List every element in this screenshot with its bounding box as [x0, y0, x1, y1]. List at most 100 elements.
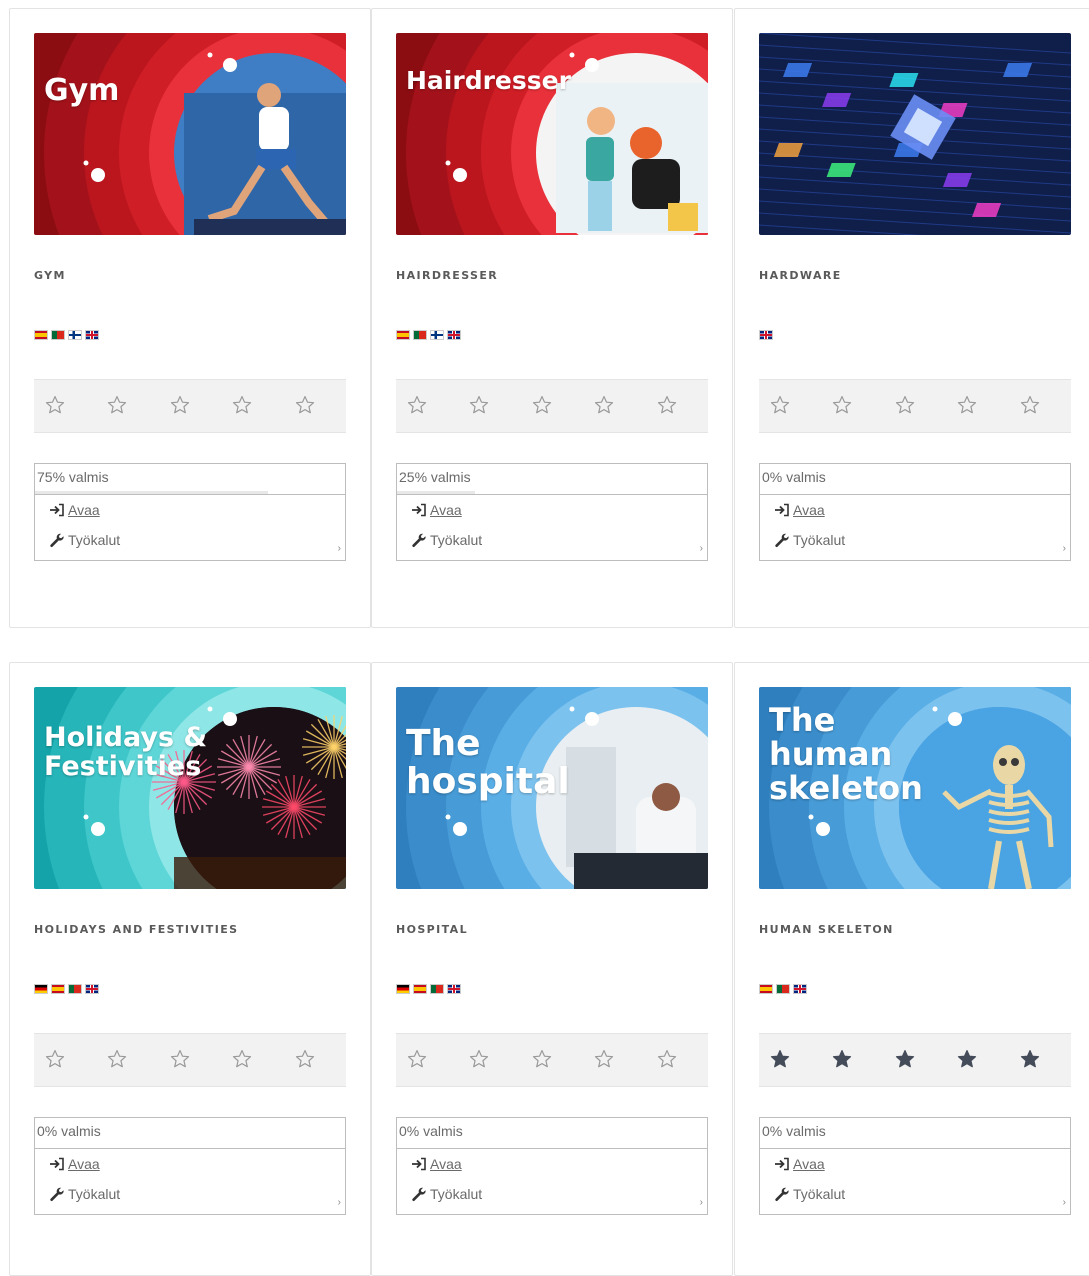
- star-icon[interactable]: [468, 394, 490, 416]
- star-icon[interactable]: [1019, 394, 1041, 416]
- star-icon[interactable]: [656, 1048, 678, 1070]
- sign-in-icon: [775, 1157, 789, 1171]
- progress-label: 0% valmis: [37, 1123, 101, 1139]
- wrench-icon: [412, 533, 426, 547]
- flag-fi-icon: [68, 330, 82, 340]
- action-menu: Avaa Työkalut ›: [34, 495, 346, 561]
- star-icon[interactable]: [406, 394, 428, 416]
- course-thumbnail[interactable]: The human skeleton: [759, 687, 1071, 889]
- open-label[interactable]: Avaa: [793, 502, 825, 518]
- chevron-right-icon[interactable]: ›: [700, 1197, 703, 1208]
- star-icon[interactable]: [294, 394, 316, 416]
- star-icon[interactable]: [956, 1048, 978, 1070]
- open-label[interactable]: Avaa: [793, 1156, 825, 1172]
- tools-link[interactable]: Työkalut: [774, 1186, 845, 1202]
- course-title[interactable]: HARDWARE: [759, 269, 842, 282]
- progress-bar: 0% valmis: [396, 1117, 708, 1149]
- star-icon[interactable]: [44, 1048, 66, 1070]
- star-icon[interactable]: [531, 394, 553, 416]
- progress-bar: 0% valmis: [759, 1117, 1071, 1149]
- star-icon[interactable]: [294, 1048, 316, 1070]
- open-link[interactable]: Avaa: [411, 1156, 462, 1172]
- tools-label[interactable]: Työkalut: [430, 1186, 482, 1202]
- star-icon[interactable]: [769, 394, 791, 416]
- open-link[interactable]: Avaa: [411, 502, 462, 518]
- thumbnail-title: Hairdresser: [406, 66, 571, 95]
- open-label[interactable]: Avaa: [68, 1156, 100, 1172]
- flag-gb-icon: [85, 330, 99, 340]
- course-thumbnail[interactable]: Hairdresser: [396, 33, 708, 235]
- star-icon[interactable]: [106, 1048, 128, 1070]
- flag-es-icon: [51, 984, 65, 994]
- star-icon[interactable]: [531, 1048, 553, 1070]
- course-title[interactable]: HOLIDAYS AND FESTIVITIES: [34, 923, 238, 936]
- chevron-right-icon[interactable]: ›: [1063, 1197, 1066, 1208]
- open-link[interactable]: Avaa: [49, 1156, 100, 1172]
- star-icon[interactable]: [831, 1048, 853, 1070]
- tools-label[interactable]: Työkalut: [793, 532, 845, 548]
- star-icon[interactable]: [231, 1048, 253, 1070]
- star-icon[interactable]: [769, 1048, 791, 1070]
- action-menu: Avaa Työkalut ›: [759, 495, 1071, 561]
- course-title[interactable]: HUMAN SKELETON: [759, 923, 894, 936]
- chevron-right-icon[interactable]: ›: [338, 543, 341, 554]
- tools-label[interactable]: Työkalut: [68, 532, 120, 548]
- star-icon[interactable]: [1019, 1048, 1041, 1070]
- tools-link[interactable]: Työkalut: [411, 532, 482, 548]
- flag-pt-icon: [68, 984, 82, 994]
- open-link[interactable]: Avaa: [774, 502, 825, 518]
- flag-es-icon: [413, 984, 427, 994]
- open-link[interactable]: Avaa: [49, 502, 100, 518]
- chevron-right-icon[interactable]: ›: [338, 1197, 341, 1208]
- language-flags: [396, 984, 461, 994]
- tools-label[interactable]: Työkalut: [430, 532, 482, 548]
- course-title[interactable]: HOSPITAL: [396, 923, 468, 936]
- flag-gb-icon: [793, 984, 807, 994]
- open-label[interactable]: Avaa: [68, 502, 100, 518]
- course-thumbnail[interactable]: Gym: [34, 33, 346, 235]
- star-icon[interactable]: [106, 394, 128, 416]
- chevron-right-icon[interactable]: ›: [700, 543, 703, 554]
- tools-link[interactable]: Työkalut: [49, 532, 120, 548]
- open-label[interactable]: Avaa: [430, 502, 462, 518]
- tools-link[interactable]: Työkalut: [49, 1186, 120, 1202]
- course-card: The human skeleton HUMAN SKELETON 0% val…: [734, 662, 1089, 1276]
- sign-in-icon: [412, 503, 426, 517]
- star-icon[interactable]: [406, 1048, 428, 1070]
- star-icon[interactable]: [593, 394, 615, 416]
- progress-label: 0% valmis: [762, 1123, 826, 1139]
- course-thumbnail[interactable]: Holidays & Festivities: [34, 687, 346, 889]
- flag-pt-icon: [776, 984, 790, 994]
- progress-label: 25% valmis: [399, 469, 471, 485]
- star-icon[interactable]: [656, 394, 678, 416]
- tools-link[interactable]: Työkalut: [411, 1186, 482, 1202]
- sign-in-icon: [50, 1157, 64, 1171]
- star-icon[interactable]: [894, 394, 916, 416]
- chevron-right-icon[interactable]: ›: [1063, 543, 1066, 554]
- star-icon[interactable]: [831, 394, 853, 416]
- wrench-icon: [775, 533, 789, 547]
- tools-link[interactable]: Työkalut: [774, 532, 845, 548]
- star-icon[interactable]: [169, 394, 191, 416]
- star-icon[interactable]: [593, 1048, 615, 1070]
- progress-label: 0% valmis: [762, 469, 826, 485]
- tools-label[interactable]: Työkalut: [793, 1186, 845, 1202]
- star-rating: [759, 379, 1071, 433]
- open-link[interactable]: Avaa: [774, 1156, 825, 1172]
- star-icon[interactable]: [44, 394, 66, 416]
- star-icon[interactable]: [231, 394, 253, 416]
- wrench-icon: [775, 1187, 789, 1201]
- course-card: Holidays & Festivities HOLIDAYS AND FEST…: [9, 662, 371, 1276]
- course-title[interactable]: GYM: [34, 269, 66, 282]
- star-icon[interactable]: [169, 1048, 191, 1070]
- progress-bar: 75% valmis: [34, 463, 346, 495]
- open-label[interactable]: Avaa: [430, 1156, 462, 1172]
- wrench-icon: [412, 1187, 426, 1201]
- course-title[interactable]: HAIRDRESSER: [396, 269, 498, 282]
- tools-label[interactable]: Työkalut: [68, 1186, 120, 1202]
- star-icon[interactable]: [956, 394, 978, 416]
- course-thumbnail[interactable]: [759, 33, 1071, 235]
- star-icon[interactable]: [468, 1048, 490, 1070]
- star-icon[interactable]: [894, 1048, 916, 1070]
- course-thumbnail[interactable]: The hospital: [396, 687, 708, 889]
